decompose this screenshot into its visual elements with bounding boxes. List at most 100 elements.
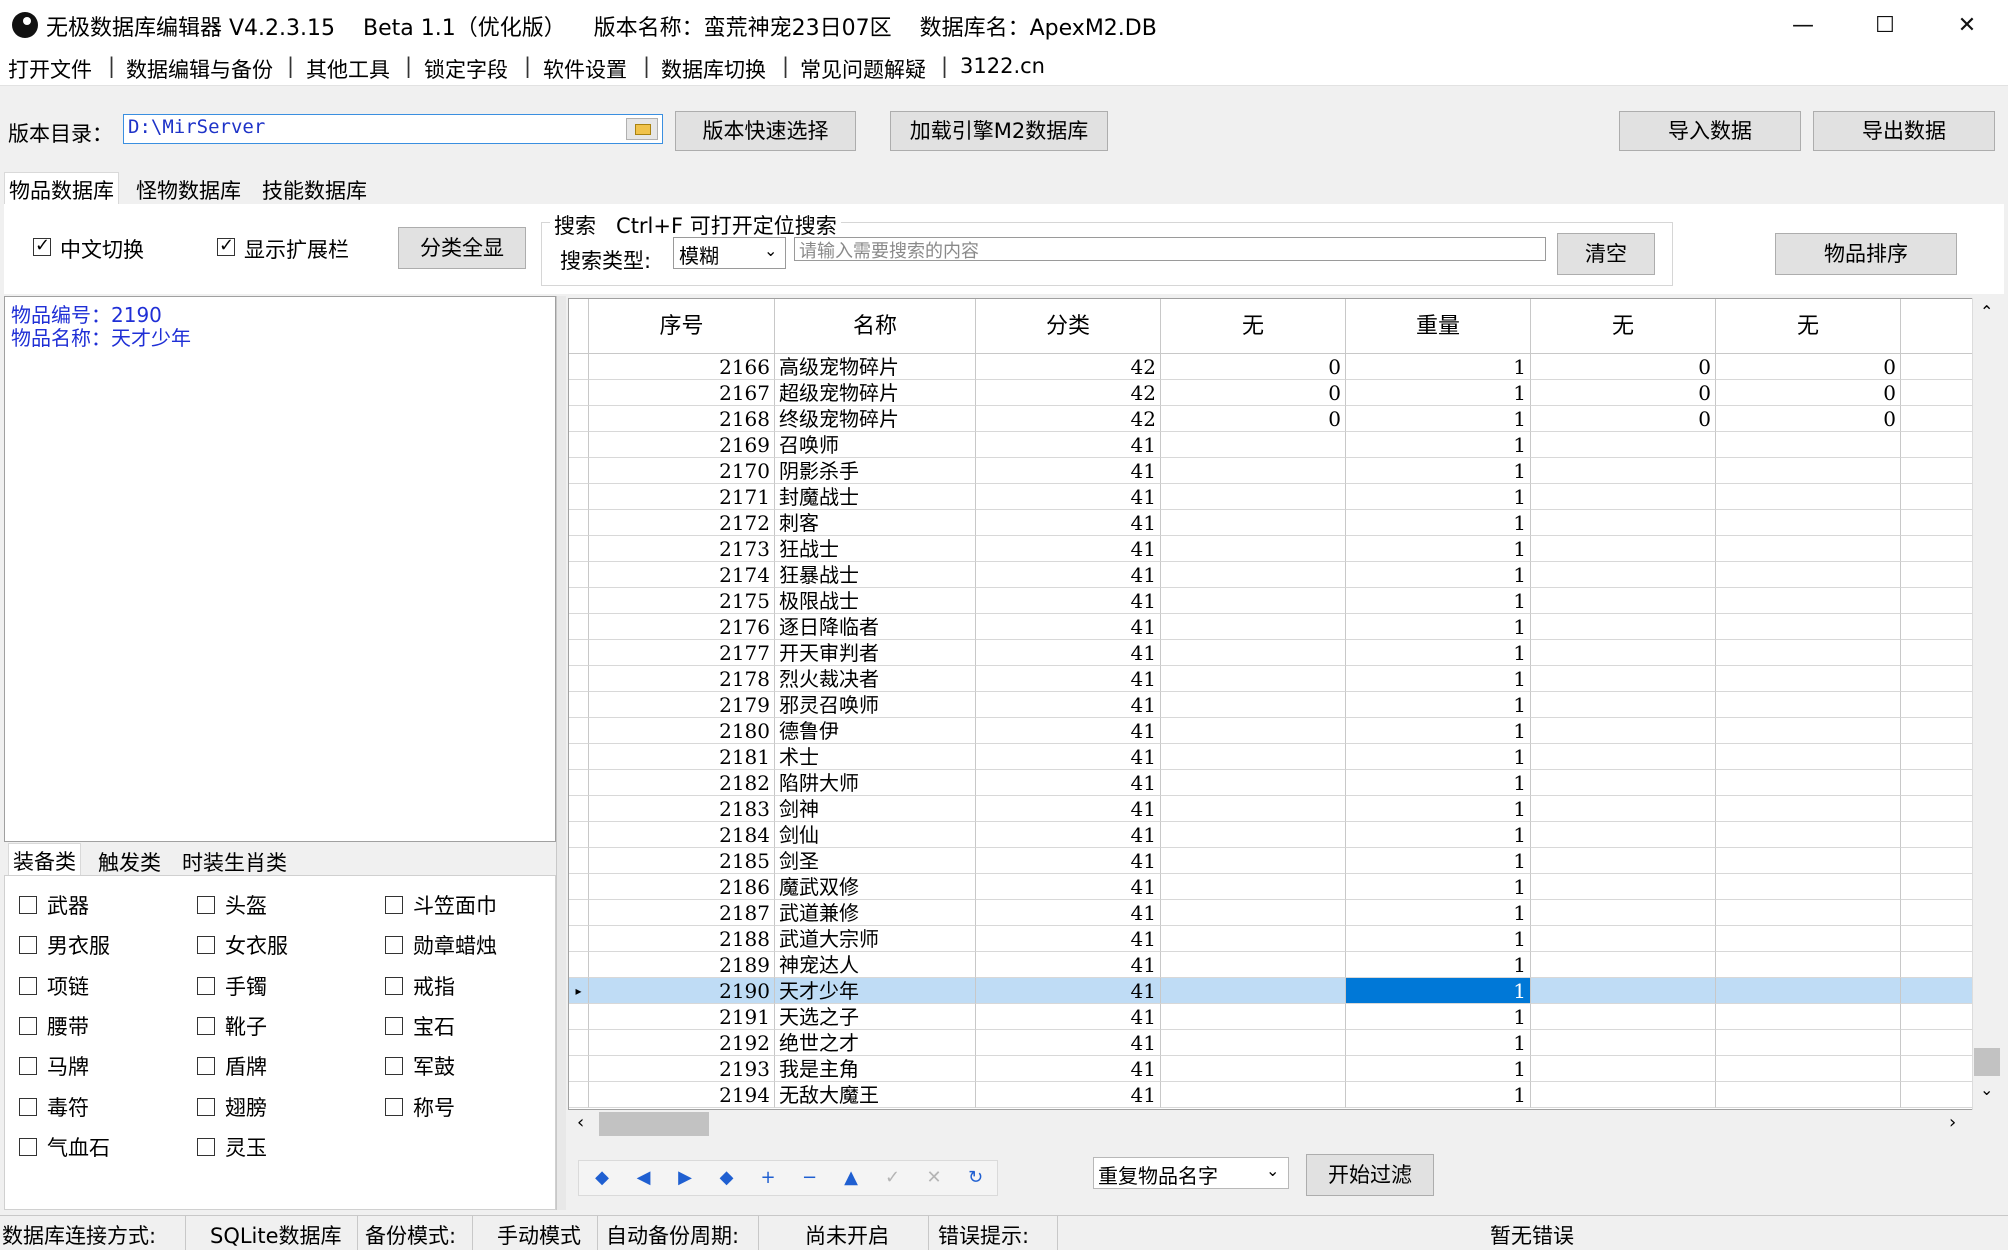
- menu-data-edit-backup[interactable]: 数据编辑与备份: [126, 54, 273, 84]
- table-row-selected[interactable]: ▸ 2190 天才少年 41 1: [569, 978, 1999, 1004]
- category-checkbox[interactable]: [385, 976, 403, 995]
- table-cell[interactable]: 1: [1346, 588, 1531, 614]
- maximize-button[interactable]: ☐: [1844, 0, 1926, 52]
- table-cell[interactable]: 陷阱大师: [775, 770, 976, 796]
- table-cell[interactable]: 1: [1346, 692, 1531, 718]
- table-cell[interactable]: 2188: [589, 926, 775, 952]
- scroll-right-icon[interactable]: ›: [1949, 1112, 1956, 1133]
- row-indicator[interactable]: [569, 354, 589, 380]
- table-cell[interactable]: 天才少年: [775, 978, 976, 1004]
- table-row[interactable]: 2182 陷阱大师 41 1: [569, 770, 1999, 796]
- table-cell[interactable]: [1161, 588, 1346, 614]
- grid-header-cell[interactable]: 重量: [1346, 299, 1531, 354]
- table-cell[interactable]: [1531, 1082, 1716, 1108]
- table-row[interactable]: 2173 狂战士 41 1: [569, 536, 1999, 562]
- table-cell[interactable]: [1161, 926, 1346, 952]
- filter-select[interactable]: 重复物品名字 ⌄: [1093, 1157, 1289, 1189]
- table-cell[interactable]: 41: [976, 666, 1161, 692]
- table-row[interactable]: 2168 终级宠物碎片 42 0 1 0 0: [569, 406, 1999, 432]
- table-cell[interactable]: 42: [976, 380, 1161, 406]
- table-cell[interactable]: [1161, 640, 1346, 666]
- table-cell[interactable]: [1716, 588, 1901, 614]
- table-cell[interactable]: [1531, 874, 1716, 900]
- table-cell[interactable]: 0: [1716, 354, 1901, 380]
- table-cell[interactable]: [1531, 640, 1716, 666]
- nav-refresh-icon[interactable]: ↻: [961, 1163, 991, 1193]
- horizontal-scroll-thumb[interactable]: [599, 1112, 709, 1136]
- table-cell[interactable]: [1716, 952, 1901, 978]
- tab-items-db[interactable]: 物品数据库: [4, 172, 119, 207]
- category-checkbox[interactable]: [197, 936, 215, 955]
- table-cell[interactable]: 2179: [589, 692, 775, 718]
- table-cell[interactable]: [1531, 614, 1716, 640]
- table-cell[interactable]: [1716, 900, 1901, 926]
- category-checkbox[interactable]: [385, 896, 403, 914]
- table-cell[interactable]: 0: [1531, 354, 1716, 380]
- table-cell[interactable]: 1: [1346, 354, 1531, 380]
- row-indicator[interactable]: [569, 406, 589, 432]
- table-cell[interactable]: 魔武双修: [775, 874, 976, 900]
- table-cell[interactable]: 1: [1346, 510, 1531, 536]
- table-cell[interactable]: 2181: [589, 744, 775, 770]
- table-cell[interactable]: [1716, 1082, 1901, 1108]
- tab-fashion-zodiac[interactable]: 时装生肖类: [178, 845, 291, 879]
- table-cell[interactable]: [1716, 692, 1901, 718]
- table-cell[interactable]: 42: [976, 354, 1161, 380]
- category-checkbox[interactable]: [19, 896, 37, 914]
- version-quick-select-button[interactable]: 版本快速选择: [675, 111, 856, 151]
- table-cell[interactable]: 武道大宗师: [775, 926, 976, 952]
- table-row[interactable]: 2191 天选之子 41 1: [569, 1004, 1999, 1030]
- table-cell[interactable]: 剑神: [775, 796, 976, 822]
- row-indicator[interactable]: [569, 796, 589, 822]
- table-cell[interactable]: [1531, 536, 1716, 562]
- row-indicator[interactable]: [569, 1056, 589, 1082]
- dir-input[interactable]: D:\MirServer: [123, 114, 663, 144]
- table-cell[interactable]: 41: [976, 744, 1161, 770]
- table-cell[interactable]: [1716, 822, 1901, 848]
- row-indicator[interactable]: [569, 770, 589, 796]
- close-button[interactable]: ✕: [1926, 0, 2008, 52]
- item-sort-button[interactable]: 物品排序: [1775, 233, 1957, 275]
- table-cell[interactable]: 1: [1346, 1082, 1531, 1108]
- table-cell[interactable]: 0: [1531, 406, 1716, 432]
- table-cell[interactable]: 武道兼修: [775, 900, 976, 926]
- nav-last-icon[interactable]: ◆: [712, 1163, 742, 1193]
- table-cell[interactable]: 1: [1346, 1030, 1531, 1056]
- table-row[interactable]: 2178 烈火裁决者 41 1: [569, 666, 1999, 692]
- table-row[interactable]: 2170 阴影杀手 41 1: [569, 458, 1999, 484]
- table-cell[interactable]: 2167: [589, 380, 775, 406]
- nav-delete-icon[interactable]: −: [795, 1163, 825, 1193]
- tab-equipment[interactable]: 装备类: [8, 843, 81, 878]
- table-cell[interactable]: 刺客: [775, 510, 976, 536]
- table-cell[interactable]: [1161, 432, 1346, 458]
- category-checkbox[interactable]: [385, 936, 403, 955]
- table-cell[interactable]: 41: [976, 848, 1161, 874]
- grid-header-cell[interactable]: 序号: [589, 299, 775, 354]
- table-cell[interactable]: 1: [1346, 666, 1531, 692]
- table-cell[interactable]: [1716, 848, 1901, 874]
- nav-first-icon[interactable]: ◆: [587, 1163, 617, 1193]
- table-cell[interactable]: [1161, 510, 1346, 536]
- table-cell[interactable]: 41: [976, 978, 1161, 1004]
- category-checkbox[interactable]: [197, 1137, 215, 1156]
- table-cell[interactable]: [1161, 536, 1346, 562]
- row-indicator[interactable]: [569, 458, 589, 484]
- table-cell[interactable]: [1716, 744, 1901, 770]
- menu-db-switch[interactable]: 数据库切换: [661, 54, 766, 84]
- table-cell[interactable]: [1531, 588, 1716, 614]
- scroll-up-icon[interactable]: ⌃: [1980, 302, 1993, 321]
- nav-next-icon[interactable]: ▶: [670, 1163, 700, 1193]
- table-cell[interactable]: [1531, 900, 1716, 926]
- table-cell[interactable]: [1161, 874, 1346, 900]
- table-cell[interactable]: [1531, 822, 1716, 848]
- table-cell[interactable]: 41: [976, 1056, 1161, 1082]
- table-cell[interactable]: 1: [1346, 796, 1531, 822]
- table-cell[interactable]: 1: [1346, 484, 1531, 510]
- table-cell[interactable]: 2170: [589, 458, 775, 484]
- table-cell[interactable]: 2194: [589, 1082, 775, 1108]
- horizontal-scrollbar[interactable]: ‹ ›: [569, 1110, 1972, 1138]
- load-engine-db-button[interactable]: 加载引擎M2数据库: [890, 111, 1108, 151]
- category-checkbox[interactable]: [19, 976, 37, 995]
- table-cell[interactable]: 2173: [589, 536, 775, 562]
- table-cell[interactable]: 2178: [589, 666, 775, 692]
